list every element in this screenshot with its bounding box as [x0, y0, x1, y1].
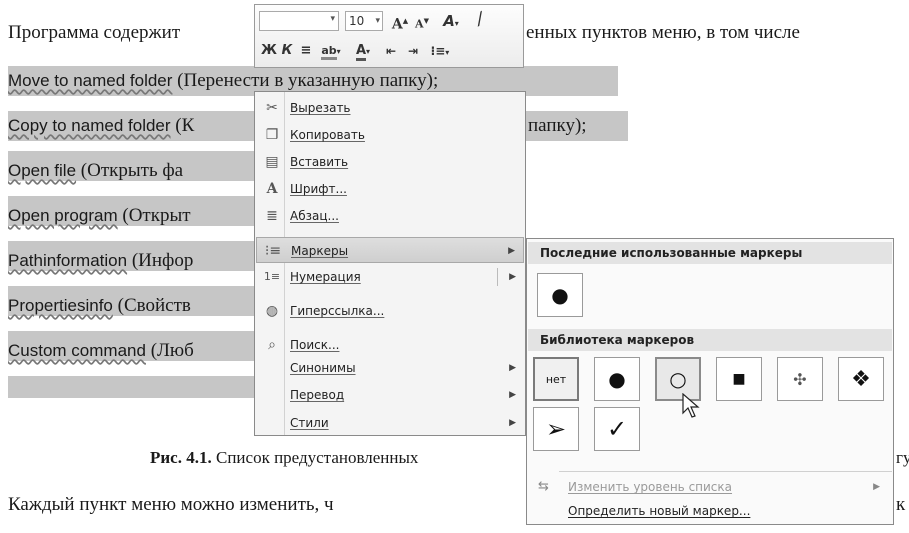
mouse-pointer-icon — [682, 393, 700, 418]
bullets-button[interactable]: ⁝≡▾ — [425, 41, 455, 61]
text-effects-button[interactable]: A▾ — [437, 11, 465, 31]
increase-indent-icon: ⇥ — [407, 44, 419, 58]
define-new-bullet-item[interactable]: Определить новый маркер... — [528, 499, 892, 523]
bullets-gallery: Последние использованные маркеры ● Библи… — [526, 238, 894, 525]
font-name-combo[interactable]: ▾ — [259, 11, 339, 31]
bold-button[interactable]: Ж — [261, 41, 277, 61]
font-size-combo[interactable]: 10 ▾ — [345, 11, 383, 31]
checkmark-icon: ✓ — [606, 415, 628, 443]
font-icon: A — [266, 181, 278, 197]
menu-item-numbering[interactable]: 1≡ Нумерация ▶ — [256, 264, 524, 290]
doc-line-bottom-tail: к — [896, 494, 906, 515]
align-center-button[interactable]: ≡ — [297, 41, 315, 61]
menu-item-paragraph[interactable]: ≣ Абзац... — [256, 203, 524, 229]
menu-item-copy[interactable]: ❐ Копировать — [256, 122, 524, 148]
recent-bullets-header: Последние использованные маркеры — [528, 242, 892, 264]
doc-line-bottom: Каждый пункт меню можно изменить, ч — [8, 494, 334, 515]
bullet-none[interactable]: нет — [533, 357, 579, 401]
text-effects-icon: A — [443, 12, 455, 30]
copy-icon: ❐ — [265, 127, 279, 143]
list-item: Open file (Открыть фа — [8, 160, 184, 181]
format-painter-button[interactable]: ⟋ — [465, 5, 494, 33]
list-item: Propertiesinfo (Свойств — [8, 295, 191, 316]
menu-item-paste[interactable]: ▤ Вставить — [256, 149, 524, 175]
menu-item-hyperlink[interactable]: ◍ Гиперссылка... — [256, 298, 524, 324]
align-center-icon: ≡ — [300, 43, 312, 58]
increase-indent-button[interactable]: ⇥ — [403, 41, 423, 61]
scissors-icon: ✂ — [266, 100, 278, 116]
decrease-indent-button[interactable]: ⇤ — [381, 41, 401, 61]
highlight-icon: ab — [321, 44, 337, 60]
library-bullets-header: Библиотека маркеров — [528, 329, 892, 351]
menu-item-synonyms[interactable]: Синонимы ▶ — [256, 355, 524, 381]
figure-caption-tail: гу — [896, 448, 909, 467]
hollow-circle-icon: ○ — [669, 367, 687, 391]
divider — [559, 471, 892, 472]
list-item: Open program (Открыт — [8, 205, 191, 226]
bullet-arrow[interactable]: ➢ — [533, 407, 579, 451]
menu-item-styles[interactable]: Стили ▶ — [256, 410, 524, 436]
list-item: Custom command (Люб — [8, 340, 194, 361]
diamond-cluster-icon: ❖ — [851, 366, 871, 392]
font-color-button[interactable]: A▾ — [349, 41, 377, 61]
paragraph-icon: ≣ — [266, 208, 278, 224]
filled-circle-icon: ● — [551, 283, 569, 307]
numbering-icon: 1≡ — [263, 270, 281, 283]
filled-circle-icon: ● — [608, 367, 626, 391]
list-item: Copy to named folder (К — [8, 115, 195, 136]
bullet-square[interactable]: ■ — [716, 357, 762, 401]
grow-font-button[interactable]: A▲ — [391, 11, 409, 33]
split-divider — [497, 268, 498, 286]
chevron-down-icon: ▾ — [330, 14, 335, 24]
doc-line-intro-tail: енных пунктов меню, в том числе — [526, 22, 800, 43]
menu-item-cut[interactable]: ✂ Вырезать — [256, 95, 524, 121]
menu-item-bullets[interactable]: ⁝≡ Маркеры ▶ — [256, 237, 524, 263]
context-menu: ✂ Вырезать ❐ Копировать ▤ Вставить A Шрифт..… — [254, 91, 526, 436]
filled-square-icon: ■ — [732, 371, 746, 387]
italic-button[interactable]: К — [279, 41, 295, 61]
chevron-right-icon: ▶ — [509, 272, 516, 282]
menu-item-font[interactable]: A Шрифт... — [256, 176, 524, 202]
decrease-indent-icon: ⇤ — [385, 44, 397, 58]
bullet-recent-dot[interactable]: ● — [537, 273, 583, 317]
list-level-icon: ⇆ — [538, 479, 549, 494]
chevron-right-icon: ▶ — [509, 390, 516, 400]
figure-caption: Рис. 4.1. Список предустановленных — [150, 448, 419, 467]
chevron-right-icon: ▶ — [873, 482, 880, 492]
chevron-down-icon: ▾ — [375, 16, 380, 26]
bullet-filled-circle[interactable]: ● — [594, 357, 640, 401]
paste-icon: ▤ — [265, 154, 279, 170]
bullets-icon: ⁝≡ — [430, 44, 446, 58]
chevron-right-icon: ▶ — [509, 363, 516, 373]
hyperlink-icon: ◍ — [265, 303, 279, 319]
chevron-right-icon: ▶ — [508, 246, 515, 256]
menu-item-translate[interactable]: Перевод ▶ — [256, 382, 524, 408]
highlight-button[interactable]: ab▾ — [317, 41, 345, 61]
bullet-star[interactable]: ✣ — [777, 357, 823, 401]
shrink-font-button[interactable]: A▼ — [413, 11, 431, 31]
chevron-right-icon: ▶ — [509, 418, 516, 428]
mini-toolbar: ▾ 10 ▾ A▲ A▼ A▾ ⟋ Ж К ≡ ab▾ A▾ ⇤ ⇥ ⁝≡▾ — [254, 4, 524, 68]
bullet-diamond[interactable]: ❖ — [838, 357, 884, 401]
selection-highlight — [8, 376, 254, 398]
doc-line-intro: Программа содержит — [8, 22, 181, 43]
change-list-level-item[interactable]: ⇆ Изменить уровень списка ▶ — [528, 475, 892, 499]
format-painter-icon: ⟋ — [470, 8, 490, 30]
star-bullet-icon: ✣ — [793, 369, 807, 389]
bullets-icon: ⁝≡ — [264, 243, 282, 259]
arrowhead-icon: ➢ — [545, 415, 567, 443]
bullet-checkmark[interactable]: ✓ — [594, 407, 640, 451]
list-item: Pathinformation (Инфор — [8, 250, 194, 271]
list-item-tail: папку); — [528, 115, 587, 136]
